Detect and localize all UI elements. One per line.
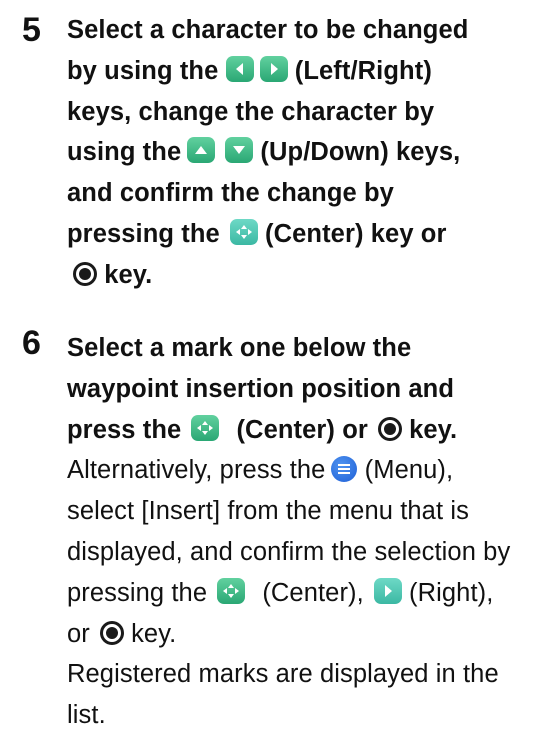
center-key-icon (191, 414, 220, 441)
text-line: Select a mark one below the (67, 334, 412, 362)
text-line: or key. (67, 619, 177, 648)
enter-button-icon (377, 416, 402, 441)
text-line: displayed, and confirm the selection by (67, 537, 511, 566)
text-line: keys, change the character by (67, 97, 435, 126)
text-line: select [Insert] from the menu that is (67, 497, 469, 526)
step-5-text: Select a character to be changed by usin… (67, 10, 537, 296)
down-arrow-key-icon (225, 137, 254, 164)
right-arrow-key-icon (259, 55, 288, 82)
text-line: by using the (Left/Right) (67, 55, 432, 85)
text-line: Registered marks are displayed in the (67, 660, 499, 689)
text-line: using the (Up/Down) keys, (67, 137, 461, 167)
up-arrow-key-icon (187, 137, 216, 164)
center-key-icon (217, 577, 246, 604)
step-number: 6 (22, 324, 41, 362)
center-key-icon (229, 218, 258, 245)
step-6-text: Select a mark one below the waypoint ins… (67, 328, 537, 736)
text-line: waypoint insertion position and (67, 374, 455, 403)
text-line: pressing the (Center) key or (67, 218, 447, 248)
text-line: pressing the (Center), (Right), (67, 577, 494, 607)
text-line: list. (67, 701, 106, 730)
text-line: and confirm the change by (67, 179, 394, 208)
enter-button-icon (73, 261, 97, 286)
text-line: press the (Center) or key. (67, 414, 458, 444)
left-arrow-key-icon (225, 55, 254, 82)
menu-key-icon (331, 456, 358, 483)
step-number: 5 (22, 11, 41, 49)
right-arrow-key-icon (373, 577, 402, 604)
text-line: Select a character to be changed (67, 16, 469, 44)
text-line: Alternatively, press the (Menu), (67, 456, 454, 485)
text-line: key. (67, 255, 537, 296)
enter-button-icon (99, 620, 124, 645)
